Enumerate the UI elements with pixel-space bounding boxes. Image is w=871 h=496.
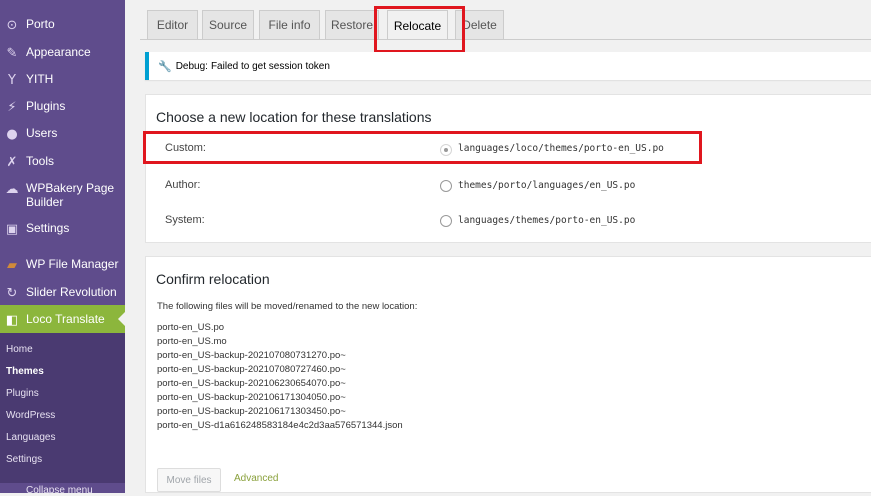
yith-icon: Y bbox=[8, 72, 16, 88]
wrench-icon: ✗ bbox=[6, 154, 18, 170]
option-path-author: themes/porto/languages/en_US.po bbox=[458, 180, 636, 191]
menu-label: Appearance bbox=[26, 45, 91, 59]
menu-label: Loco Translate bbox=[26, 312, 105, 326]
plugin-icon: ⚡ bbox=[7, 99, 17, 115]
file-item: porto-en_US-backup-202107080731270.po~ bbox=[157, 350, 346, 361]
highlight-custom-option bbox=[143, 131, 702, 164]
move-files-button[interactable]: Move files bbox=[157, 468, 221, 492]
radio-author[interactable] bbox=[440, 180, 452, 192]
file-item: porto-en_US.mo bbox=[157, 336, 227, 347]
menu-label: Settings bbox=[26, 221, 70, 235]
submenu-home[interactable]: Home bbox=[6, 344, 33, 355]
collapse-label: Collapse menu bbox=[26, 485, 93, 496]
menu-label: Slider Revolution bbox=[26, 285, 117, 299]
tab-source[interactable]: Source bbox=[202, 10, 254, 39]
file-item: porto-en_US-d1a616248583184e4c2d3aa57657… bbox=[157, 420, 403, 431]
wpbakery-icon: ☁ bbox=[5, 181, 19, 197]
confirm-panel-title: Confirm relocation bbox=[156, 271, 270, 287]
submenu-themes[interactable]: Themes bbox=[6, 366, 44, 377]
menu-label: WPBakery Page Builder bbox=[26, 181, 115, 209]
settings-icon: ▣ bbox=[5, 221, 19, 237]
option-label-system: System: bbox=[165, 214, 205, 226]
notice-prefix: Debug: bbox=[175, 60, 208, 72]
porto-icon: ⊙ bbox=[6, 17, 18, 33]
menu-label: Plugins bbox=[26, 99, 66, 113]
submenu-plugins[interactable]: Plugins bbox=[6, 388, 39, 399]
admin-sidebar: ⊙ Porto ✎ Appearance Y YITH ⚡ Plugins ● … bbox=[0, 0, 125, 496]
highlight-relocate-tab bbox=[374, 6, 465, 53]
file-item: porto-en_US-backup-202107080727460.po~ bbox=[157, 364, 346, 375]
menu-label: Tools bbox=[26, 154, 55, 168]
loco-submenu: Home Themes Plugins WordPress Languages … bbox=[0, 333, 125, 483]
radio-system[interactable] bbox=[440, 215, 452, 227]
advanced-link[interactable]: Advanced bbox=[234, 473, 278, 484]
tab-editor[interactable]: Editor bbox=[147, 10, 198, 39]
submenu-wordpress[interactable]: WordPress bbox=[6, 410, 55, 421]
file-item: porto-en_US.po bbox=[157, 322, 225, 333]
option-label-author: Author: bbox=[165, 179, 201, 191]
option-path-system: languages/themes/porto-en_US.po bbox=[458, 215, 636, 226]
debug-notice: 🔧 Debug: Failed to get session token bbox=[145, 52, 871, 80]
submenu-settings[interactable]: Settings bbox=[6, 454, 42, 465]
notice-text: Failed to get session token bbox=[210, 60, 330, 72]
file-item: porto-en_US-backup-202106230654070.po~ bbox=[157, 378, 346, 389]
tab-divider bbox=[140, 39, 871, 40]
file-item: porto-en_US-backup-202106171303450.po~ bbox=[157, 406, 346, 417]
tab-restore[interactable]: Restore bbox=[325, 10, 379, 39]
tab-file-info[interactable]: File info bbox=[259, 10, 320, 39]
paintbrush-icon: ✎ bbox=[6, 45, 18, 61]
collapse-menu[interactable]: Collapse menu bbox=[0, 483, 125, 496]
wrench-icon: 🔧 bbox=[158, 59, 172, 73]
submenu-languages[interactable]: Languages bbox=[6, 432, 56, 443]
confirm-panel: Confirm relocation The following files w… bbox=[145, 256, 871, 493]
confirm-intro: The following files will be moved/rename… bbox=[157, 301, 418, 312]
menu-label: Porto bbox=[26, 17, 55, 31]
menu-label: YITH bbox=[26, 72, 54, 86]
slider-revolution-icon: ↻ bbox=[6, 285, 18, 301]
users-icon: ● bbox=[6, 126, 18, 142]
loco-icon: ◧ bbox=[5, 312, 19, 328]
location-panel: Choose a new location for these translat… bbox=[145, 94, 871, 243]
location-panel-title: Choose a new location for these translat… bbox=[156, 109, 432, 125]
menu-item-loco-translate[interactable]: ◧ Loco Translate bbox=[0, 305, 125, 333]
file-manager-icon: ▰ bbox=[7, 257, 17, 273]
file-item: porto-en_US-backup-202106171304050.po~ bbox=[157, 392, 346, 403]
menu-label: Users bbox=[26, 126, 58, 140]
menu-label: WP File Manager bbox=[26, 257, 119, 271]
